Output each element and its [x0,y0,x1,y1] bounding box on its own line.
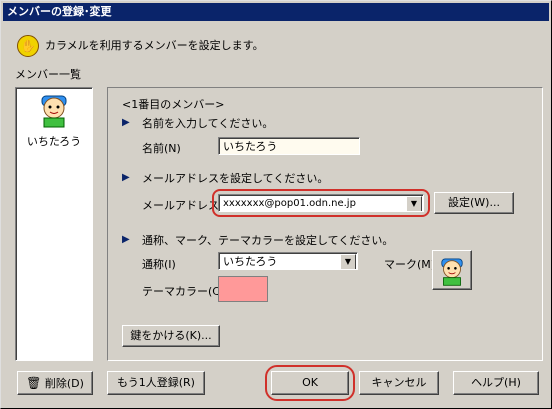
nickname-label: 通称(I) [142,258,176,271]
delete-label: 削除(D) [44,377,84,390]
mark-label: マーク(M) [384,258,436,271]
mail-settings-button[interactable]: 設定(W)... [434,192,514,214]
mail-instruction: メールアドレスを設定してください。 [142,172,329,185]
mail-address-value: xxxxxxx@pop01.odn.ne.jp [223,198,356,209]
panel-heading: <1番目のメンバー> [122,98,225,111]
register-another-button[interactable]: もう1人登録(R) [107,371,205,395]
hand-icon: ✋ [17,35,39,57]
name-label: 名前(N) [142,142,181,155]
theme-color-label: テーマカラー(C) [142,285,225,298]
nickname-value: いちたろう [223,255,278,268]
cancel-button[interactable]: キャンセル [359,371,439,395]
name-instruction: 名前を入力してください。 [142,117,274,130]
chevron-down-icon[interactable]: ▼ [406,196,422,211]
arrow-icon: ▶ [122,172,130,183]
mark-button[interactable] [432,250,472,290]
nickname-combo[interactable]: いちたろう ▼ [218,252,358,270]
boy-with-cap-icon [441,258,463,286]
arrow-icon: ▶ [122,117,130,128]
help-button[interactable]: ヘルプ(H) [453,371,539,395]
delete-button[interactable]: 🗑 削除(D) [17,371,93,395]
title-bar: メンバーの登録･変更 [3,3,549,21]
theme-color-swatch[interactable] [218,276,268,302]
list-item[interactable]: いちたろう [20,90,88,148]
window-title: メンバーの登録･変更 [7,5,112,18]
lock-button[interactable]: 鍵をかける(K)... [122,325,220,347]
boy-with-cap-icon [41,95,67,128]
arrow-icon: ▶ [122,234,130,245]
dialog-window: メンバーの登録･変更 ✋ カラメルを利用するメンバーを設定します。 メンバー一覧… [0,0,552,409]
member-name: いちたろう [26,135,82,148]
trash-icon: 🗑 [26,376,42,390]
mail-address-combo[interactable]: xxxxxxx@pop01.odn.ne.jp ▼ [218,194,424,212]
style-instruction: 通称、マーク、テーマカラーを設定してください。 [142,234,394,247]
name-input[interactable]: いちたろう [218,137,360,155]
member-settings-panel: <1番目のメンバー> ▶ 名前を入力してください。 名前(N) いちたろう ▶ … [107,87,543,361]
chevron-down-icon[interactable]: ▼ [340,254,356,269]
member-list[interactable]: いちたろう [15,87,93,361]
hint-text: カラメルを利用するメンバーを設定します。 [45,39,264,52]
member-list-label: メンバー一覧 [15,68,81,81]
ok-button[interactable]: OK [271,371,349,395]
